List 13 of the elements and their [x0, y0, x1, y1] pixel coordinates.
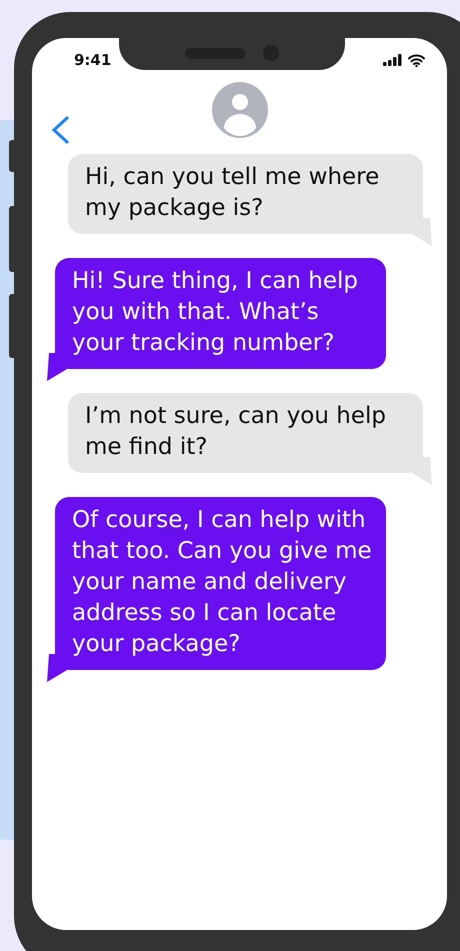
signal-icon — [383, 54, 402, 66]
message-bubble: Hi! Sure thing, I can help you with that. What’s your tracking number? — [55, 258, 386, 369]
message-bubble: Hi, can you tell me where my package is? — [68, 154, 423, 234]
bubble-tail — [412, 457, 432, 485]
avatar-icon — [212, 82, 268, 138]
bubble-tail — [47, 353, 67, 381]
message-bubble: I’m not sure, can you help me find it? — [68, 393, 423, 473]
status-time: 9:41 — [74, 51, 112, 69]
back-button[interactable] — [50, 116, 70, 144]
bubble-tail — [47, 654, 67, 682]
wifi-icon — [408, 54, 425, 66]
message-bubble: Of course, I can help with that too. Can you give me your name and delivery address so I can locate your package? — [55, 497, 386, 670]
bubble-tail — [412, 218, 432, 246]
